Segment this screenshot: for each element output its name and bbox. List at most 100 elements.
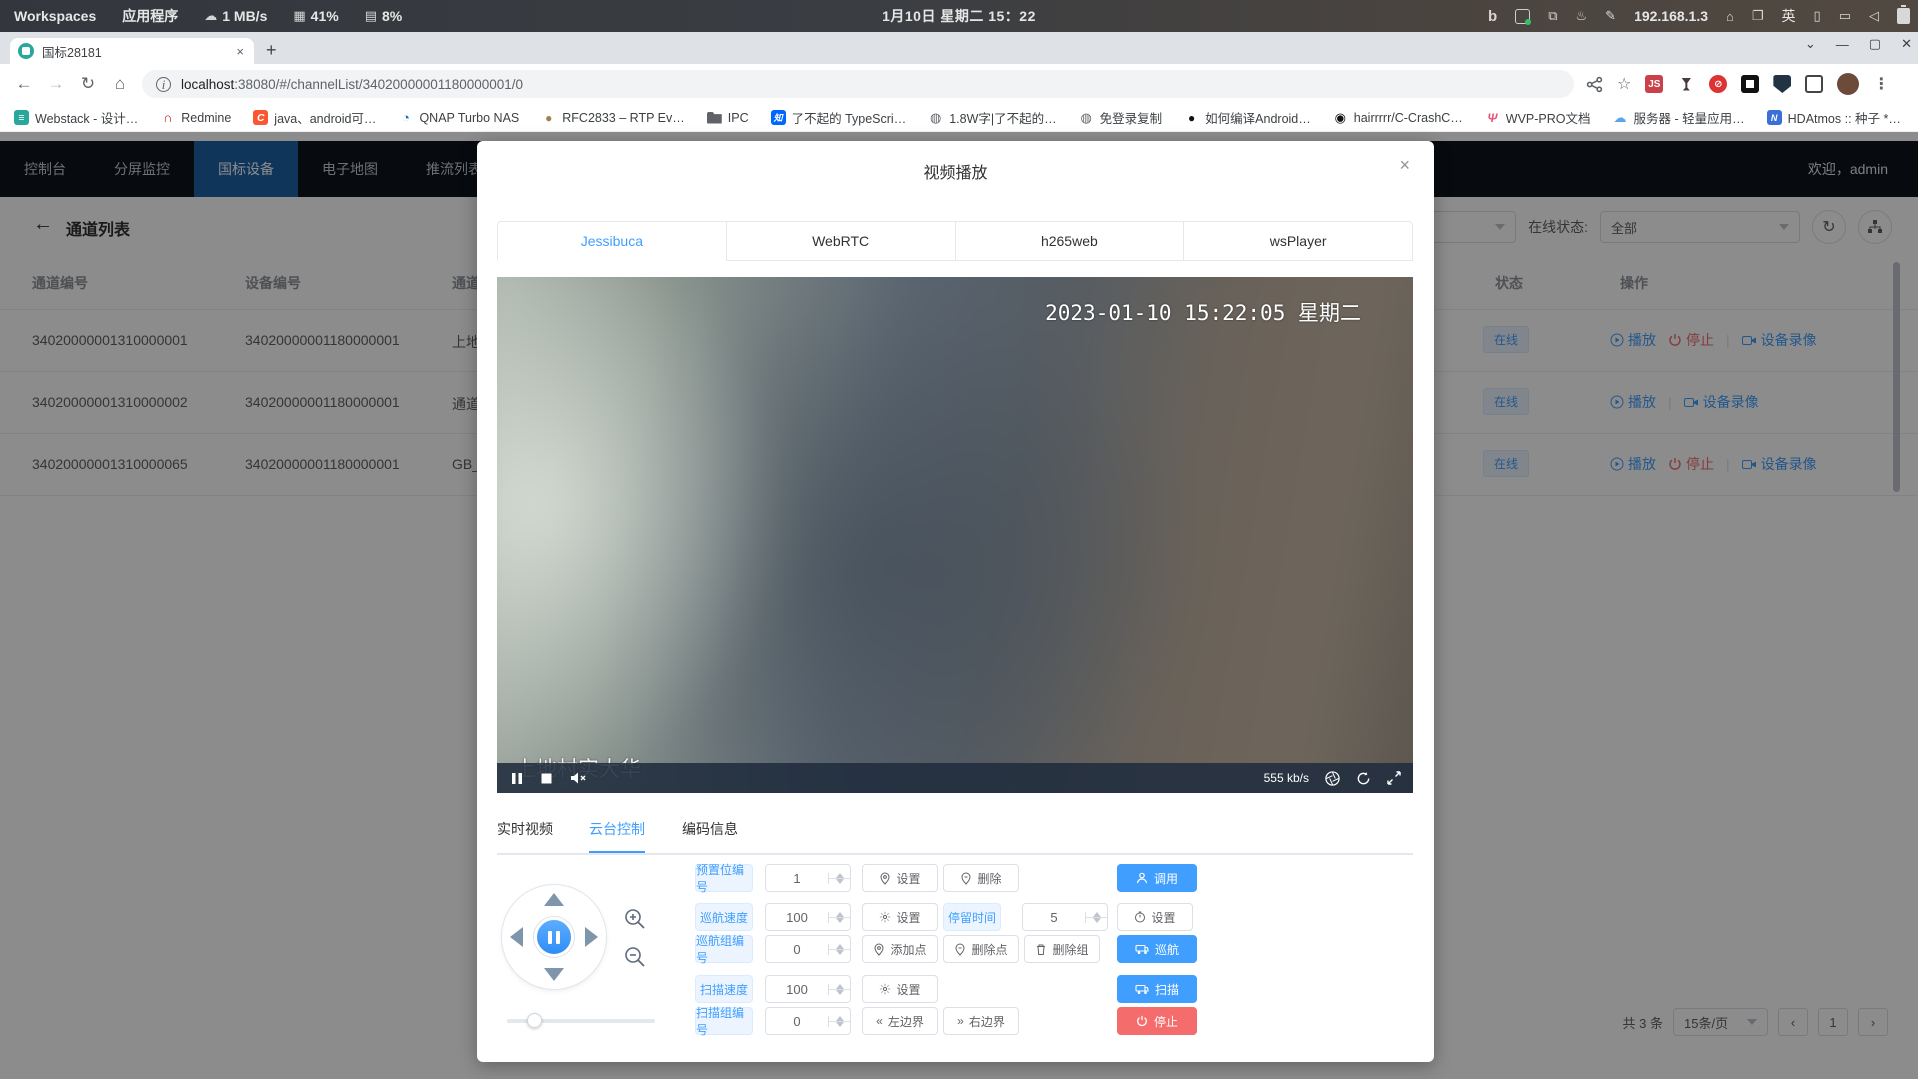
- battery-icon[interactable]: [1897, 8, 1910, 24]
- left-boundary-button[interactable]: «左边界: [862, 1007, 938, 1035]
- zoom-in-button[interactable]: [623, 907, 647, 931]
- slider-handle[interactable]: [527, 1013, 542, 1028]
- ptz-center-button[interactable]: [534, 917, 574, 957]
- bookmark-item[interactable]: IPC: [707, 111, 749, 125]
- tab-ptz-control[interactable]: 云台控制: [589, 819, 645, 853]
- ext-blocker-icon[interactable]: ⊘: [1709, 75, 1727, 93]
- close-tab-icon[interactable]: ×: [234, 44, 246, 59]
- window-close-button[interactable]: ✕: [1901, 36, 1912, 52]
- bookmark-item[interactable]: ●RFC2833 – RTP Ev…: [541, 110, 685, 125]
- fullscreen-icon[interactable]: [1387, 771, 1401, 785]
- spinner-down-icon[interactable]: [829, 879, 850, 884]
- bookmark-item[interactable]: 知了不起的 TypeScri…: [771, 108, 907, 127]
- volume-muted-icon[interactable]: [570, 771, 587, 785]
- tab-codec-info[interactable]: 编码信息: [682, 819, 738, 851]
- ptz-right-button[interactable]: [585, 927, 598, 947]
- cruise-button[interactable]: 巡航: [1117, 935, 1197, 963]
- profile-avatar[interactable]: [1837, 73, 1859, 95]
- bookmark-star-icon[interactable]: ☆: [1617, 74, 1631, 94]
- share-icon[interactable]: [1586, 76, 1603, 93]
- bookmark-item[interactable]: ●如何编译Android…: [1184, 108, 1311, 127]
- cruise-speed-set-button[interactable]: 设置: [862, 903, 938, 931]
- ext-frame-icon[interactable]: [1805, 75, 1823, 93]
- phone-tray-icon[interactable]: ▯: [1814, 8, 1821, 24]
- bookmark-item[interactable]: ΨWVP-PRO文档: [1485, 108, 1591, 127]
- bing-tray-icon[interactable]: b: [1488, 8, 1497, 25]
- volume-tray-icon[interactable]: ◁: [1869, 8, 1879, 24]
- workspaces-button[interactable]: Workspaces: [14, 8, 96, 24]
- browser-home-icon[interactable]: ⌂: [104, 74, 136, 94]
- snapshot-aperture-icon[interactable]: [1325, 771, 1340, 786]
- ptz-left-button[interactable]: [510, 927, 523, 947]
- site-info-icon[interactable]: i: [156, 77, 171, 92]
- delete-point-button[interactable]: 删除点: [943, 935, 1019, 963]
- tab-jessibuca[interactable]: Jessibuca: [497, 221, 727, 261]
- right-boundary-button[interactable]: »右边界: [943, 1007, 1019, 1035]
- bookmark-item[interactable]: NHDAtmos :: 种子 *…: [1767, 108, 1901, 127]
- bookmark-item[interactable]: ◔QNAP Turbo NAS: [398, 110, 519, 125]
- cruise-speed-input[interactable]: [766, 904, 828, 930]
- tab-h265web[interactable]: h265web: [955, 221, 1185, 261]
- tab-live-video[interactable]: 实时视频: [497, 819, 553, 851]
- bookmark-item[interactable]: ◉hairrrrr/C-CrashC…: [1333, 110, 1463, 125]
- clock[interactable]: 1月10日 星期二 15：22: [882, 6, 1036, 26]
- spinner-down-icon[interactable]: [829, 1022, 850, 1027]
- ext-dark-square-icon[interactable]: [1741, 75, 1759, 93]
- window-maximize-button[interactable]: ▢: [1869, 36, 1881, 52]
- scan-speed-set-button[interactable]: 设置: [862, 975, 938, 1003]
- ext-wine-icon[interactable]: [1677, 75, 1695, 93]
- scan-group-input[interactable]: [766, 1008, 828, 1034]
- picker-tray-icon[interactable]: ✎: [1605, 8, 1616, 24]
- preset-set-button[interactable]: 设置: [862, 864, 938, 892]
- tab-webrtc[interactable]: WebRTC: [726, 221, 956, 261]
- app-tray-icon[interactable]: [1515, 9, 1530, 24]
- forward-icon[interactable]: →: [40, 74, 72, 94]
- reload-icon[interactable]: ↻: [72, 74, 104, 94]
- ext-js-icon[interactable]: JS: [1645, 75, 1663, 93]
- bookmark-item[interactable]: ◍1.8W字|了不起的…: [928, 108, 1056, 127]
- spinner-down-icon[interactable]: [829, 918, 850, 923]
- spinner-down-icon[interactable]: [829, 950, 850, 955]
- add-point-button[interactable]: 添加点: [862, 935, 938, 963]
- bookmark-item[interactable]: ≡Webstack - 设计…: [14, 108, 138, 127]
- coffee-tray-icon[interactable]: ♨: [1576, 8, 1588, 24]
- input-method-indicator[interactable]: 英: [1782, 6, 1796, 26]
- new-tab-button[interactable]: +: [266, 40, 277, 61]
- windows-tray-icon[interactable]: ❐: [1752, 8, 1764, 24]
- delete-group-button[interactable]: 删除组: [1024, 935, 1100, 963]
- window-dropdown-icon[interactable]: ⌄: [1805, 36, 1816, 52]
- bookmark-item[interactable]: Cjava、android可…: [253, 108, 376, 127]
- stop-playback-icon[interactable]: [541, 773, 552, 784]
- back-icon[interactable]: ←: [8, 74, 40, 94]
- cruise-group-input[interactable]: [766, 936, 828, 962]
- ptz-down-button[interactable]: [544, 968, 564, 981]
- zoom-out-button[interactable]: [623, 945, 647, 969]
- spinner-down-icon[interactable]: [1086, 918, 1107, 923]
- ptz-up-button[interactable]: [544, 893, 564, 906]
- applications-button[interactable]: 应用程序: [122, 6, 178, 26]
- preset-delete-button[interactable]: 删除: [943, 864, 1019, 892]
- address-bar[interactable]: i localhost:38080/#/channelList/34020000…: [142, 70, 1574, 98]
- ip-address[interactable]: 192.168.1.3: [1634, 8, 1708, 24]
- stay-time-input[interactable]: [1023, 904, 1085, 930]
- ptz-speed-slider[interactable]: [507, 1019, 655, 1023]
- preset-input[interactable]: [766, 865, 828, 891]
- refresh-stream-icon[interactable]: [1356, 771, 1371, 786]
- bookmark-item[interactable]: ☁服务器 - 轻量应用…: [1613, 108, 1745, 127]
- home-tray-icon[interactable]: ⌂: [1726, 9, 1734, 24]
- video-player[interactable]: 2023-01-10 15:22:05 星期二 上地村实大华 555 kb/s: [497, 277, 1413, 793]
- pause-icon[interactable]: [511, 772, 523, 785]
- ext-shield-icon[interactable]: [1773, 75, 1791, 93]
- bookmark-item[interactable]: ◍免登录复制: [1079, 108, 1163, 127]
- spinner-down-icon[interactable]: [829, 990, 850, 995]
- scan-button[interactable]: 扫描: [1117, 975, 1197, 1003]
- dialog-close-icon[interactable]: ×: [1399, 155, 1410, 176]
- stop-button[interactable]: 停止: [1117, 1007, 1197, 1035]
- stay-time-set-button[interactable]: 设置: [1117, 903, 1193, 931]
- browser-menu-icon[interactable]: ⋮: [1873, 74, 1889, 94]
- tab-wsplayer[interactable]: wsPlayer: [1183, 221, 1413, 261]
- browser-tab[interactable]: 国标28181 ×: [10, 38, 254, 64]
- scan-speed-input[interactable]: [766, 976, 828, 1002]
- preset-call-button[interactable]: 调用: [1117, 864, 1197, 892]
- display-tray-icon[interactable]: ▭: [1839, 8, 1851, 24]
